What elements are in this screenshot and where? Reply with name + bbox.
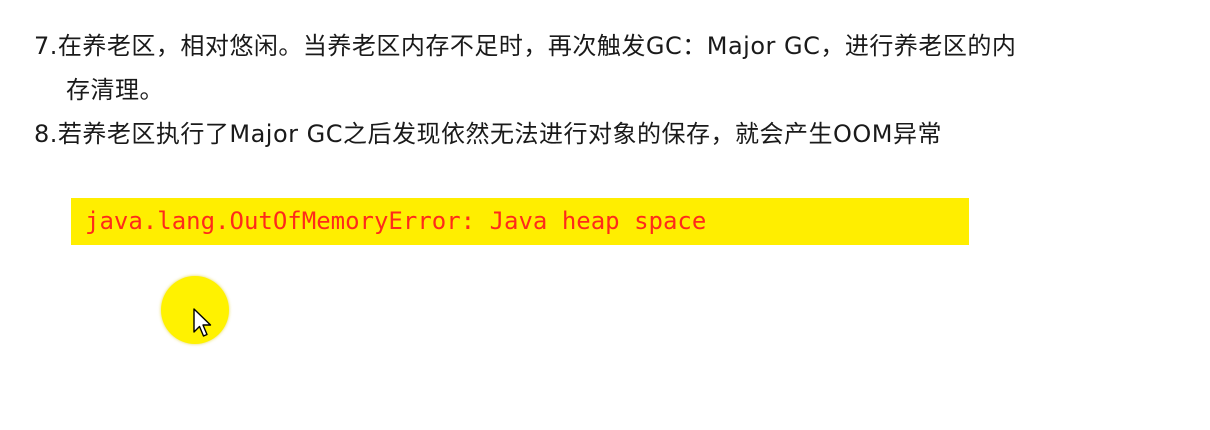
mouse-pointer-icon (193, 308, 212, 337)
list-item-8: 8.若养老区执行了Major GC之后发现依然无法进行对象的保存，就会产生OOM… (34, 120, 943, 148)
list-item-7-line-2: 存清理。 (66, 76, 164, 104)
list-item-7-line-1: 7.在养老区，相对悠闲。当养老区内存不足时，再次触发GC：Major GC，进行… (34, 32, 1017, 60)
error-highlight-box: java.lang.OutOfMemoryError: Java heap sp… (71, 198, 969, 245)
error-message: java.lang.OutOfMemoryError: Java heap sp… (85, 207, 707, 235)
